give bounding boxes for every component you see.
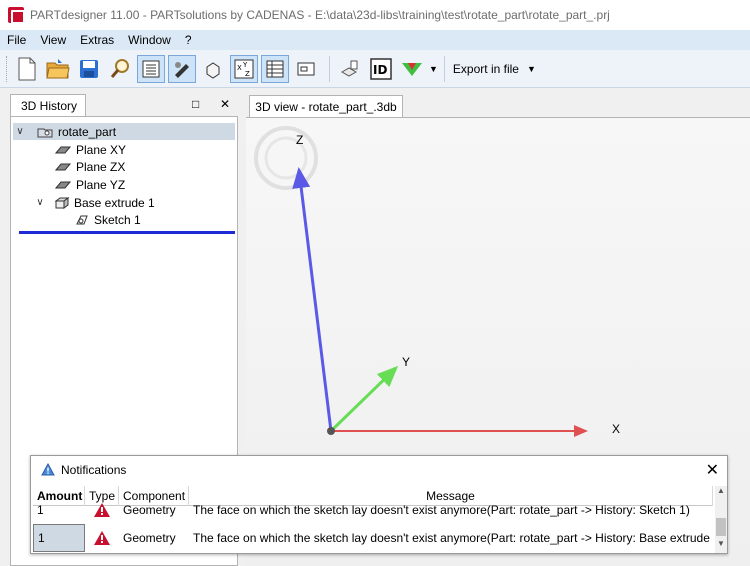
tree-item-label: Plane ZX (76, 159, 126, 174)
plane-icon (55, 180, 71, 190)
save-icon (80, 59, 98, 78)
warning-icon (41, 463, 55, 476)
id-icon: ID (370, 57, 392, 80)
svg-text:ID: ID (373, 63, 387, 77)
maximize-icon[interactable]: □ (192, 97, 199, 111)
notifications-title: Notifications (61, 462, 127, 477)
green-red-triangle-icon (402, 62, 422, 76)
close-icon[interactable]: ✕ (706, 460, 719, 480)
z-axis (292, 167, 333, 432)
sketch-tool-icon (175, 61, 189, 78)
new-file-icon (18, 57, 36, 80)
tab-3d-history[interactable]: 3D History (10, 94, 86, 116)
expand-icon[interactable]: ∨ (33, 197, 47, 208)
table-button[interactable] (261, 54, 289, 83)
x-axis-label: X (612, 422, 621, 436)
shape-button[interactable] (199, 55, 227, 83)
error-icon (85, 524, 119, 552)
tree-item-label: Plane YZ (76, 177, 126, 192)
title-bar: PARTdesigner 11.00 - PARTsolutions by CA… (0, 0, 750, 30)
app-icon (8, 7, 25, 24)
export-dropdown-icon[interactable]: ▼ (527, 64, 536, 74)
toolbar-separator (443, 55, 445, 82)
table-row[interactable]: 1 Geometry The face on which the sketch … (33, 496, 713, 524)
export-in-file-button[interactable]: Export in file (453, 62, 519, 76)
tree-item-plane-xy[interactable]: Plane XY (55, 141, 126, 158)
cell-amount: 1 (33, 524, 85, 552)
menu-file[interactable]: File (0, 33, 33, 47)
list-view-button[interactable] (137, 54, 165, 83)
notifications-dialog: Notifications ✕ Amount Type Component Me… (30, 455, 728, 554)
cell-amount: 1 (37, 503, 44, 517)
drop-indicator-line (19, 231, 235, 234)
new-file-button[interactable] (13, 55, 41, 83)
status-flag-button[interactable] (398, 55, 426, 83)
search-button[interactable] (106, 55, 134, 83)
menu-bar: File View Extras Window ? (0, 30, 750, 50)
cell-component: Geometry (123, 503, 176, 517)
notifications-table: Amount Type Component Message 1 Geometry… (33, 486, 713, 553)
extrude-icon (55, 196, 69, 209)
window-title: PARTdesigner 11.00 - PARTsolutions by CA… (30, 8, 610, 22)
xyz-axes-button[interactable]: XYZ (230, 54, 258, 83)
error-icon (85, 496, 119, 524)
sketch-icon (75, 214, 89, 226)
tree-item-sketch-1[interactable]: Sketch 1 (75, 211, 141, 228)
plane-icon (55, 145, 71, 155)
chevron-down-icon[interactable]: ▼ (429, 64, 438, 74)
toolbar-separator (329, 55, 330, 82)
id-button[interactable]: ID (367, 55, 395, 83)
xyz-axes-icon: X YZ (234, 59, 254, 78)
toolbar-grip[interactable] (6, 55, 9, 82)
part-tool-icon (340, 60, 358, 77)
menu-window[interactable]: Window (121, 33, 178, 47)
origin-point (327, 427, 335, 435)
part-icon (37, 126, 53, 138)
cell-message: The face on which the sketch lay doesn't… (193, 503, 690, 517)
table-icon (266, 60, 284, 77)
view-cube-gizmo[interactable] (254, 126, 318, 190)
window-button[interactable] (292, 55, 320, 83)
menu-extras[interactable]: Extras (73, 33, 121, 47)
plane-icon (55, 162, 71, 172)
table-row[interactable]: 1 Geometry The face on which the sketch … (33, 524, 713, 552)
open-folder-icon (46, 58, 70, 78)
cell-component: Geometry (123, 531, 176, 545)
z-axis-label: Z (296, 133, 304, 147)
shape-icon (206, 61, 220, 79)
notifications-title-bar: Notifications (31, 456, 727, 483)
tree-item-label: Base extrude 1 (74, 195, 155, 210)
notifications-scrollbar[interactable]: ▲ ▼ (715, 486, 727, 553)
scroll-up-icon[interactable]: ▲ (715, 486, 727, 500)
list-view-icon (142, 60, 160, 77)
open-folder-button[interactable] (44, 55, 72, 83)
cell-message: The face on which the sketch lay doesn't… (193, 531, 713, 545)
toolbar: XYZ ID ▼ Export in file ▼ (0, 50, 750, 88)
svg-text:X: X (237, 64, 242, 72)
y-axis-label: Y (402, 355, 411, 369)
tree-item-plane-zx[interactable]: Plane ZX (55, 158, 125, 175)
tree-item-label: rotate_part (58, 124, 117, 139)
tree-item-base-extrude-1[interactable]: ∨ Base extrude 1 (33, 194, 155, 211)
tree-item-label: Sketch 1 (94, 212, 141, 227)
search-icon (110, 58, 129, 78)
tree-item-rotate-part[interactable]: ∨ rotate_part (13, 123, 235, 140)
expand-icon[interactable]: ∨ (13, 126, 27, 137)
tree-item-label: Plane XY (76, 142, 127, 157)
scroll-thumb[interactable] (716, 518, 726, 536)
sketch-tool-button[interactable] (168, 54, 196, 83)
tree-item-plane-yz[interactable]: Plane YZ (55, 176, 125, 193)
menu-view[interactable]: View (33, 33, 73, 47)
y-axis (329, 365, 399, 433)
tab-3d-view[interactable]: 3D view - rotate_part_.3db (249, 95, 403, 117)
close-panel-icon[interactable]: ✕ (220, 97, 230, 111)
save-button[interactable] (75, 55, 103, 83)
scroll-down-icon[interactable]: ▼ (715, 539, 727, 553)
svg-text:Y: Y (242, 61, 248, 69)
window-icon (297, 62, 315, 75)
part-tool-button[interactable] (336, 55, 364, 83)
menu-help[interactable]: ? (178, 33, 199, 47)
svg-text:Z: Z (245, 70, 250, 78)
